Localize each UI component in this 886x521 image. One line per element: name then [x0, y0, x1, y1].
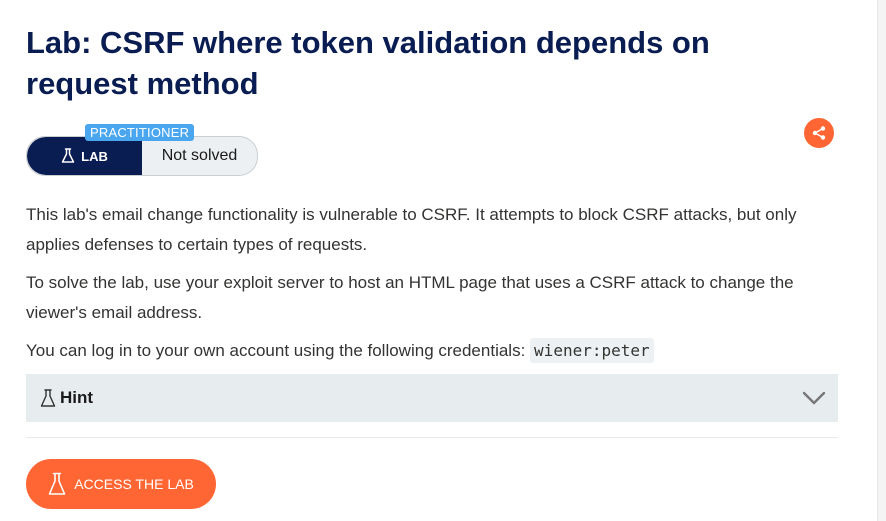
description-paragraph: This lab's email change functionality is… — [26, 205, 797, 254]
lab-page: Lab: CSRF where token validation depends… — [0, 0, 886, 521]
flask-icon — [40, 388, 56, 408]
lab-status-widget: LAB Not solved — [26, 136, 258, 176]
credentials-code: wiener:peter — [530, 338, 654, 363]
solve-status: Not solved — [161, 147, 238, 164]
share-button[interactable] — [804, 118, 834, 148]
flask-icon — [61, 148, 75, 164]
hint-label: Hint — [60, 388, 94, 407]
objective-paragraph: To solve the lab, use your exploit serve… — [26, 273, 794, 322]
flask-icon — [48, 472, 66, 496]
level-badge: PRACTITIONER — [85, 124, 195, 141]
lab-tag: LAB — [27, 137, 142, 175]
divider — [26, 437, 838, 438]
share-icon — [811, 125, 827, 141]
chevron-down-icon — [802, 388, 826, 408]
scrollbar[interactable] — [877, 0, 886, 521]
credentials-text: You can log in to your own account using… — [26, 341, 526, 360]
page-title: Lab: CSRF where token validation depends… — [26, 25, 710, 101]
access-lab-label: ACCESS THE LAB — [74, 476, 194, 492]
lab-tag-label: LAB — [81, 148, 108, 164]
access-lab-button[interactable]: ACCESS THE LAB — [26, 459, 216, 509]
hint-toggle[interactable]: Hint — [26, 374, 838, 422]
credentials-paragraph: You can log in to your own account using… — [26, 336, 826, 366]
